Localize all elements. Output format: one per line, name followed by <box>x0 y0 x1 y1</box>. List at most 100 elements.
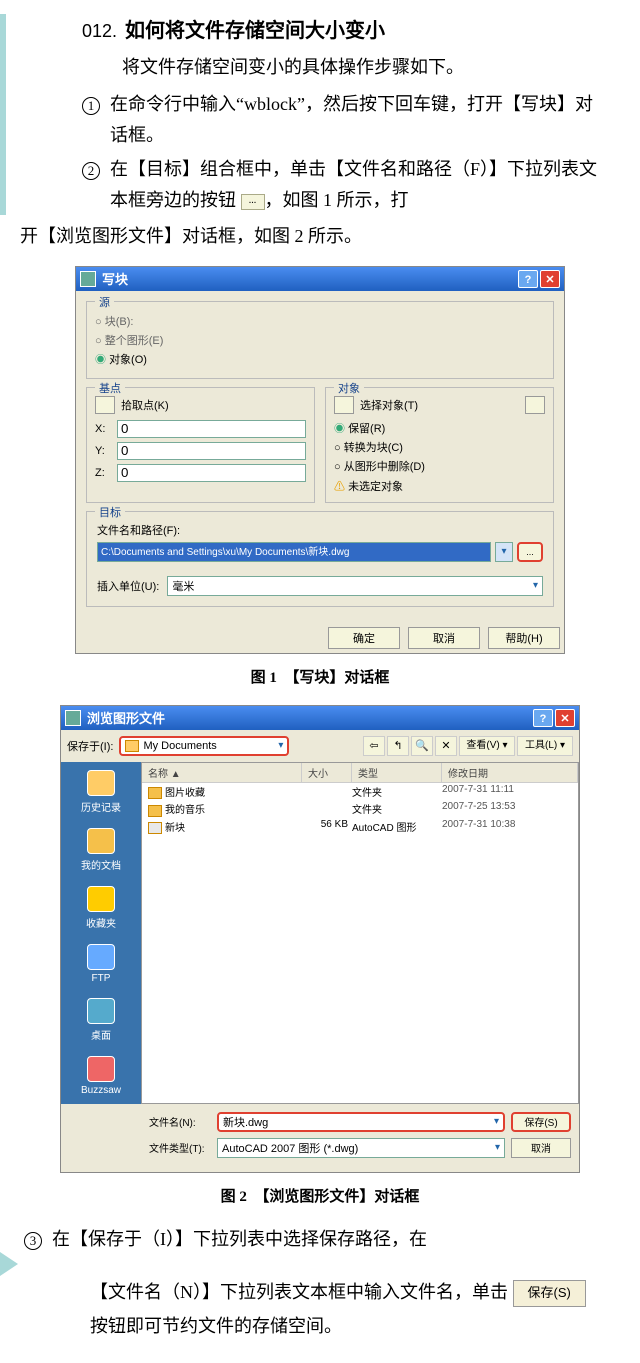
section-title-text: 如何将文件存储空间大小变小 <box>125 20 385 42</box>
section-title: 012. 如何将文件存储空间大小变小 <box>82 14 624 43</box>
sidebar-buzzsaw[interactable]: Buzzsaw <box>61 1056 141 1096</box>
sidebar-favorites[interactable]: 收藏夹 <box>61 886 141 930</box>
search-button[interactable]: 🔍 <box>411 736 433 756</box>
list-item[interactable]: 我的音乐文件夹2007-7-25 13:53 <box>142 800 578 817</box>
y-input[interactable] <box>117 442 306 460</box>
destination-group: 目标 文件名和路径(F): C:\Documents and Settings\… <box>86 511 554 607</box>
intro-text: 将文件存储空间变小的具体操作步骤如下。 <box>122 53 624 79</box>
objects-label: 对象 <box>334 380 364 396</box>
filetype-select[interactable]: AutoCAD 2007 图形 (*.dwg)▾ <box>217 1138 505 1158</box>
z-input[interactable] <box>117 464 306 482</box>
source-group-label: 源 <box>95 294 114 310</box>
save-in-combo[interactable]: My Documents ▾ <box>119 736 289 756</box>
basepoint-group: 基点 拾取点(K) X: Y: Z: <box>86 387 315 503</box>
col-size[interactable]: 大小 <box>302 763 352 782</box>
destination-label: 目标 <box>95 504 125 520</box>
radio-retain[interactable]: 保留(R) <box>334 420 545 436</box>
sidebar-desktop[interactable]: 桌面 <box>61 998 141 1042</box>
titlebar[interactable]: 写块 ? ✕ <box>76 267 564 291</box>
x-label: X: <box>95 423 117 435</box>
y-label: Y: <box>95 445 117 457</box>
views-button[interactable]: 查看(V) ▾ <box>459 736 515 756</box>
save-button[interactable]: 保存(S) <box>511 1112 571 1132</box>
sidebar-ftp[interactable]: FTP <box>61 944 141 984</box>
back-button[interactable]: ⇦ <box>363 736 385 756</box>
radio-delete[interactable]: 从图形中删除(D) <box>334 458 545 474</box>
step-number-2: 2 <box>82 162 100 180</box>
filename-label: 文件名(N): <box>149 1114 211 1129</box>
browse-dialog: 浏览图形文件 ? ✕ 保存于(I): My Documents ▾ ⇦ ↰ 🔍 … <box>60 705 580 1173</box>
step3-text: 在【保存于（I）】下拉列表中选择保存路径，在 <box>52 1224 427 1255</box>
path-input[interactable]: C:\Documents and Settings\xu\My Document… <box>97 542 491 562</box>
filetype-label: 文件类型(T): <box>149 1140 211 1155</box>
cancel-button-2[interactable]: 取消 <box>511 1138 571 1158</box>
warning-text: 未选定对象 <box>334 478 545 494</box>
z-label: Z: <box>95 467 117 479</box>
dialog2-title: 浏览图形文件 <box>87 708 533 727</box>
unit-label: 插入单位(U): <box>97 578 159 594</box>
dialog-title: 写块 <box>102 269 518 288</box>
up-button[interactable]: ↰ <box>387 736 409 756</box>
ok-button[interactable]: 确定 <box>328 627 400 649</box>
list-item[interactable]: 新块56 KBAutoCAD 图形2007-7-31 10:38 <box>142 818 578 835</box>
save-in-value: My Documents <box>143 740 216 752</box>
folder-icon <box>125 740 139 752</box>
final-paragraph: 【文件名（N）】下拉列表文本框中输入文件名，单击 保存(S) 按钮即可节约文件的… <box>90 1275 600 1343</box>
col-name[interactable]: 名称 ▲ <box>142 763 302 782</box>
continuation-text: 开【浏览图形文件】对话框，如图 2 所示。 <box>20 221 620 252</box>
basepoint-label: 基点 <box>95 380 125 396</box>
step1-text: 在命令行中输入“wblock”，然后按下回车键，打开【写块】对话框。 <box>110 89 604 150</box>
select-objects-label: 选择对象(T) <box>360 397 418 413</box>
browse-button[interactable]: ... <box>517 542 543 562</box>
chevron-down-icon: ▾ <box>533 580 538 591</box>
titlebar-2[interactable]: 浏览图形文件 ? ✕ <box>61 706 579 730</box>
delete-button[interactable]: ✕ <box>435 736 457 756</box>
close-icon-2[interactable]: ✕ <box>555 709 575 727</box>
cancel-button[interactable]: 取消 <box>408 627 480 649</box>
chevron-down-icon: ▾ <box>495 1142 500 1153</box>
chevron-down-icon: ▾ <box>278 740 283 751</box>
wblock-dialog: 写块 ? ✕ 源 块(B): 整个图形(E) 对象(O) 基点 拾取点(K) X… <box>75 266 565 654</box>
places-sidebar: 历史记录 我的文档 收藏夹 FTP 桌面 Buzzsaw <box>61 762 141 1104</box>
x-input[interactable] <box>117 420 306 438</box>
file-list[interactable]: 名称 ▲ 大小 类型 修改日期 图片收藏文件夹2007-7-31 11:11 我… <box>141 762 579 1104</box>
page-marker-icon <box>0 1252 18 1276</box>
objects-group: 对象 选择对象(T) 保留(R) 转换为块(C) 从图形中删除(D) 未选定对象 <box>325 387 554 503</box>
close-icon[interactable]: ✕ <box>540 270 560 288</box>
save-button-inline: 保存(S) <box>513 1280 586 1307</box>
folder-icon <box>148 787 162 799</box>
col-type[interactable]: 类型 <box>352 763 442 782</box>
radio-whole-drawing[interactable]: 整个图形(E) <box>95 332 545 348</box>
help-button[interactable]: 帮助(H) <box>488 627 560 649</box>
pick-point-button[interactable] <box>95 396 115 414</box>
select-objects-button[interactable] <box>334 396 354 414</box>
step-number-3: 3 <box>24 1232 42 1250</box>
file-list-header[interactable]: 名称 ▲ 大小 类型 修改日期 <box>142 763 578 783</box>
help-icon[interactable]: ? <box>518 270 538 288</box>
sidebar-history[interactable]: 历史记录 <box>61 770 141 814</box>
radio-convert[interactable]: 转换为块(C) <box>334 439 545 455</box>
quick-select-button[interactable] <box>525 396 545 414</box>
path-label: 文件名和路径(F): <box>97 522 543 538</box>
radio-block[interactable]: 块(B): <box>95 313 545 329</box>
tools-button[interactable]: 工具(L) ▾ <box>517 736 573 756</box>
section-number: 012. <box>82 21 117 41</box>
unit-value: 毫米 <box>172 578 194 594</box>
sidebar-mydocs[interactable]: 我的文档 <box>61 828 141 872</box>
app-icon <box>80 271 96 287</box>
source-group: 源 块(B): 整个图形(E) 对象(O) <box>86 301 554 379</box>
file-icon <box>148 822 162 834</box>
app-icon-2 <box>65 710 81 726</box>
list-item[interactable]: 图片收藏文件夹2007-7-31 11:11 <box>142 783 578 800</box>
pick-point-label: 拾取点(K) <box>121 397 169 413</box>
col-date[interactable]: 修改日期 <box>442 763 578 782</box>
unit-select[interactable]: 毫米 ▾ <box>167 576 543 596</box>
final-text-a: 【文件名（N）】下拉列表文本框中输入文件名，单击 <box>90 1282 508 1302</box>
folder-icon <box>148 805 162 817</box>
filename-input[interactable]: 新块.dwg▾ <box>217 1112 505 1132</box>
help-icon-2[interactable]: ? <box>533 709 553 727</box>
radio-objects[interactable]: 对象(O) <box>95 351 545 367</box>
step-2: 2 在【目标】组合框中，单击【文件名和路径（F）】下拉列表文本框旁边的按钮 ..… <box>82 154 604 215</box>
step-number-1: 1 <box>82 97 100 115</box>
path-dropdown-icon[interactable]: ▾ <box>495 542 513 562</box>
